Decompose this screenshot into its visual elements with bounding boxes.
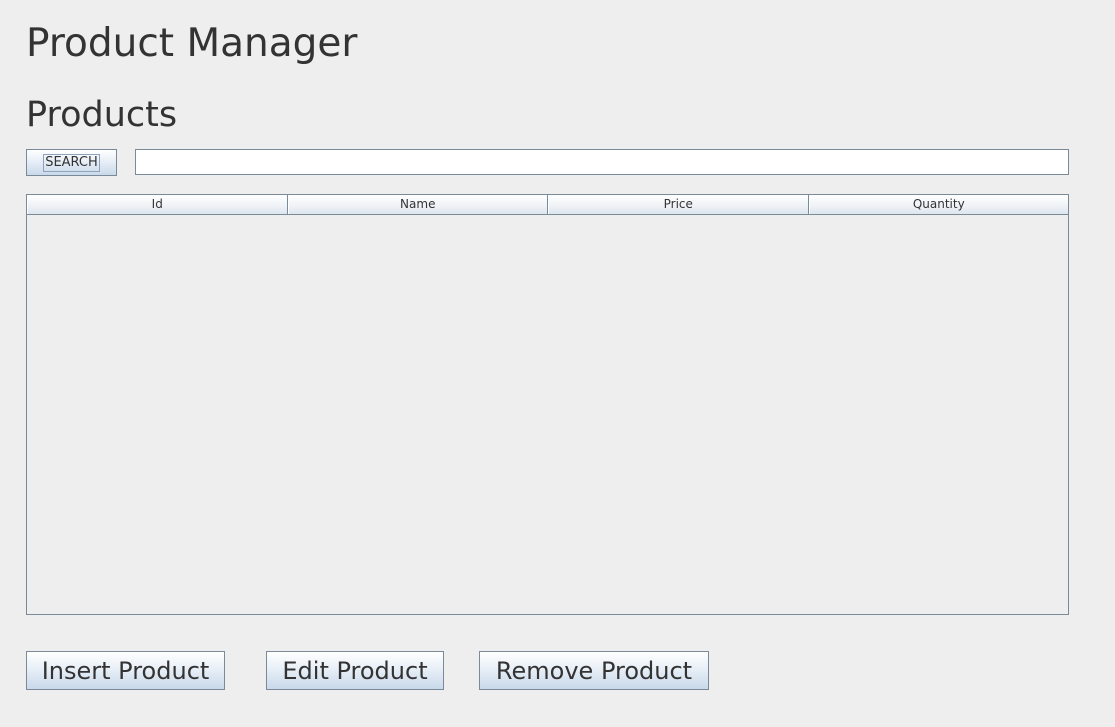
insert-product-button[interactable]: Insert Product	[26, 651, 225, 690]
search-button[interactable]: SEARCH	[26, 149, 117, 176]
remove-product-button[interactable]: Remove Product	[479, 651, 709, 690]
products-table[interactable]: Id Name Price Quantity	[26, 194, 1069, 615]
column-header-id[interactable]: Id	[27, 195, 288, 214]
search-button-label: SEARCH	[43, 153, 100, 172]
column-header-quantity[interactable]: Quantity	[808, 195, 1068, 214]
table-body[interactable]	[27, 215, 1068, 614]
products-heading: Products	[26, 95, 178, 135]
column-header-name[interactable]: Name	[287, 195, 548, 214]
edit-product-button[interactable]: Edit Product	[266, 651, 444, 690]
column-header-price[interactable]: Price	[548, 195, 809, 214]
search-input[interactable]	[135, 149, 1069, 175]
app-title: Product Manager	[26, 21, 358, 66]
table-header: Id Name Price Quantity	[27, 195, 1068, 215]
